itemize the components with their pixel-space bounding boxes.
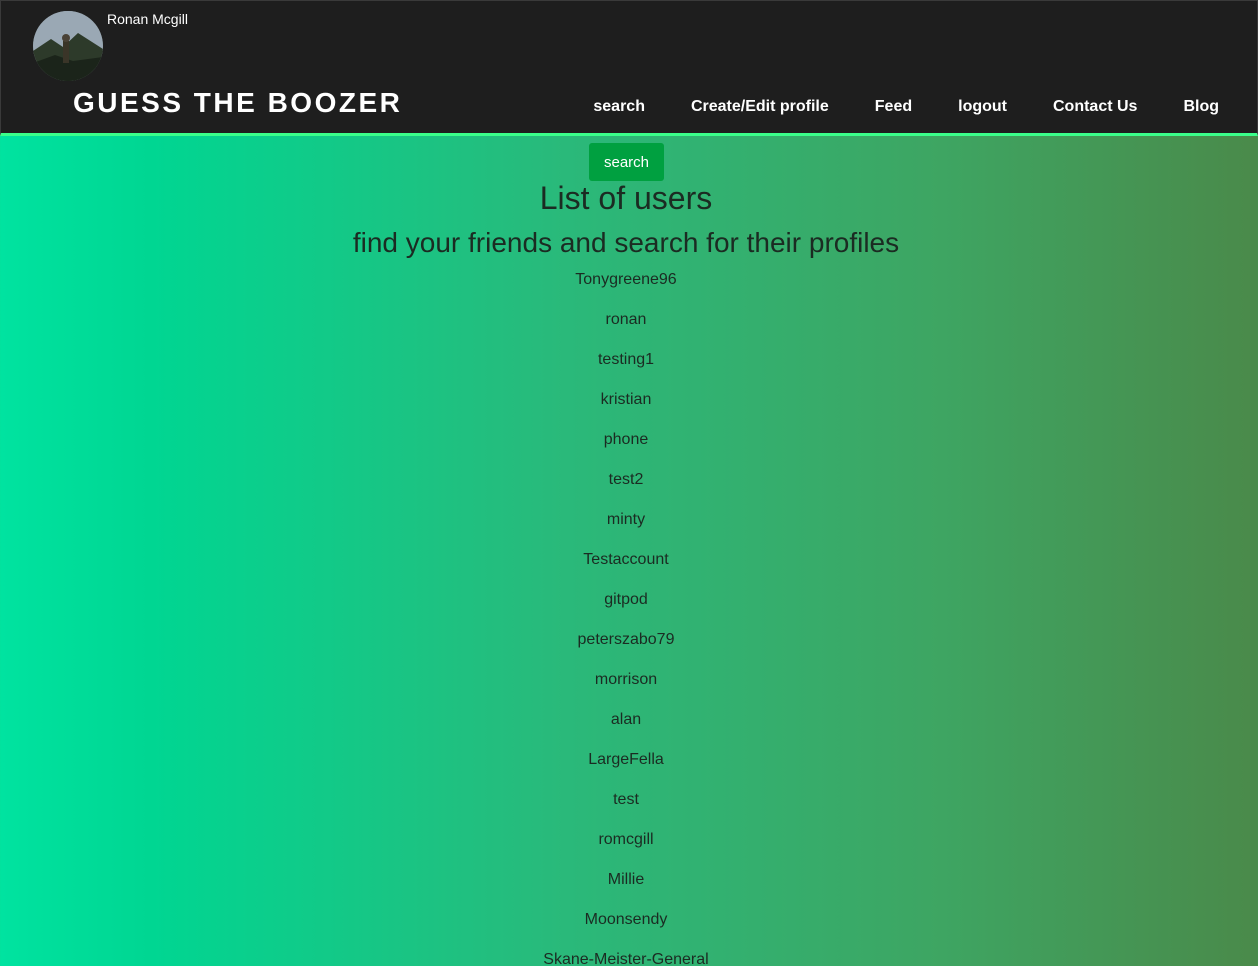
user-list-item[interactable]: morrison (0, 670, 1252, 710)
avatar-photo (33, 11, 103, 81)
user-list: Tonygreene96 ronan testing1 kristian pho… (0, 270, 1252, 966)
user-list-item[interactable]: phone (0, 430, 1252, 470)
top-navbar: Ronan Mcgill GUESS THE BOOZER search Cre… (0, 0, 1258, 136)
user-list-item[interactable]: Moonsendy (0, 910, 1252, 950)
user-list-item[interactable]: minty (0, 510, 1252, 550)
nav-search[interactable]: search (593, 98, 645, 116)
user-list-item[interactable]: test2 (0, 470, 1252, 510)
user-list-item[interactable]: gitpod (0, 590, 1252, 630)
brand-title[interactable]: GUESS THE BOOZER (73, 87, 402, 119)
user-list-item[interactable]: romcgill (0, 830, 1252, 870)
user-list-item[interactable]: peterszabo79 (0, 630, 1252, 670)
nav-logout[interactable]: logout (958, 98, 1007, 116)
page-subtitle: find your friends and search for their p… (352, 227, 900, 258)
user-list-item[interactable]: test (0, 790, 1252, 830)
user-list-item[interactable]: testing1 (0, 350, 1252, 390)
nav-create-edit-profile[interactable]: Create/Edit profile (691, 98, 829, 116)
search-button[interactable]: search (589, 143, 664, 181)
user-list-item[interactable]: Testaccount (0, 550, 1252, 590)
user-list-item[interactable]: Tonygreene96 (0, 270, 1252, 310)
user-list-item[interactable]: ronan (0, 310, 1252, 350)
user-list-item[interactable]: Skane-Meister-General (0, 950, 1252, 966)
page-title: List of users (539, 180, 713, 216)
user-list-item[interactable]: LargeFella (0, 750, 1252, 790)
main-nav: search Create/Edit profile Feed logout C… (547, 98, 1219, 116)
nav-feed[interactable]: Feed (875, 98, 912, 116)
nav-contact-us[interactable]: Contact Us (1053, 98, 1137, 116)
user-list-item[interactable]: kristian (0, 390, 1252, 430)
user-list-item[interactable]: alan (0, 710, 1252, 750)
user-list-item[interactable]: Millie (0, 870, 1252, 910)
nav-blog[interactable]: Blog (1183, 98, 1219, 116)
username-label: Ronan Mcgill (107, 11, 188, 27)
avatar[interactable] (33, 11, 103, 81)
